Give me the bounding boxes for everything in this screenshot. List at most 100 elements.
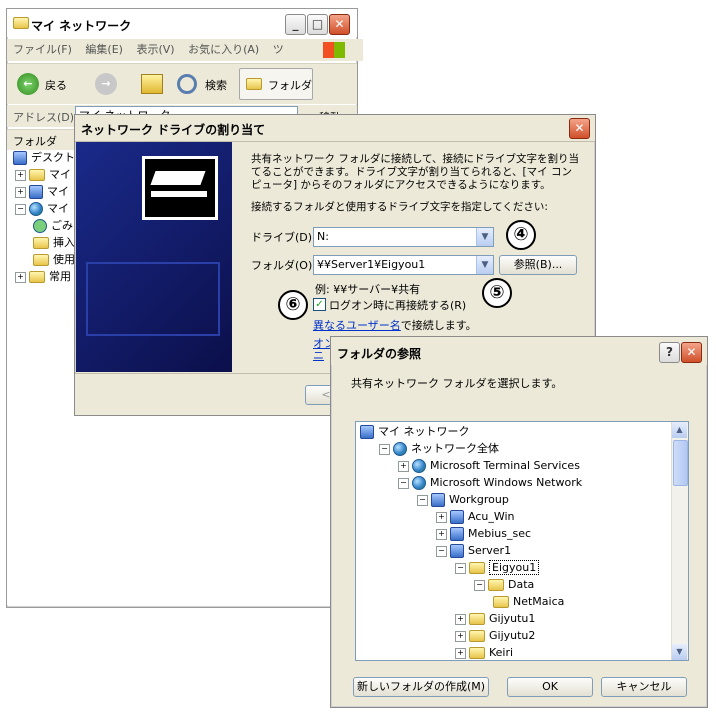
browse-folder-dialog: フォルダの参照 ? ✕ 共有ネットワーク フォルダを選択します。 マイ ネットワ… <box>330 336 708 708</box>
folder-icon <box>469 613 485 625</box>
folder-tree-view[interactable]: マイ ネットワーク − ネットワーク全体 + Microsoft Terminal Se… <box>355 421 689 661</box>
tree-item[interactable]: + Gijyutu2 <box>455 628 535 644</box>
close-button[interactable]: ✕ <box>569 118 590 139</box>
collapse-icon[interactable]: − <box>417 494 428 506</box>
tree-item[interactable]: − ネットワーク全体 <box>379 441 499 457</box>
recycle-icon <box>33 219 47 233</box>
collapse-icon[interactable]: − <box>379 443 390 455</box>
expand-icon[interactable]: + <box>398 460 409 472</box>
tree-item[interactable]: − Eigyou1 <box>455 560 540 576</box>
expand-icon[interactable]: + <box>15 271 26 283</box>
tree-item[interactable]: + Mebius_sec <box>436 526 531 542</box>
tree-item[interactable]: + マイ <box>15 167 71 183</box>
callout-six: ⑥ <box>278 290 308 320</box>
partial-link[interactable]: ニ <box>313 347 324 363</box>
folders-button[interactable]: フォルダ <box>239 68 313 100</box>
tree-item[interactable]: + Keiri <box>455 645 513 660</box>
drive-label: ドライブ(D): <box>251 231 316 244</box>
search-button-label[interactable]: 検索 <box>205 77 227 93</box>
tree-item-label: Workgroup <box>449 493 509 506</box>
tree-item[interactable]: 挿入 <box>33 235 75 251</box>
menu-tools[interactable]: ツ <box>273 43 284 56</box>
window-title: マイ ネットワーク <box>31 19 132 33</box>
ok-button[interactable]: OK <box>507 677 593 697</box>
folder-label: フォルダ(O): <box>251 259 316 272</box>
browse-instruction: 共有ネットワーク フォルダを選択します。 <box>351 377 563 390</box>
expand-icon[interactable]: + <box>15 186 26 198</box>
wizard-illustration <box>76 142 232 372</box>
map-drive-title-bar: ネットワーク ドライブの割り当て ✕ <box>75 115 595 142</box>
expand-icon[interactable]: + <box>15 169 26 181</box>
tree-item-label: Microsoft Terminal Services <box>430 459 580 472</box>
menu-favorites[interactable]: お気に入り(A) <box>188 43 259 56</box>
tree-item-label: Acu_Win <box>468 510 515 523</box>
folder-icon <box>488 579 504 591</box>
drive-icon <box>142 156 218 220</box>
tree-item[interactable]: − Workgroup <box>417 492 509 508</box>
minimize-button[interactable]: _ <box>285 14 306 35</box>
network-icon <box>360 425 374 439</box>
menu-file[interactable]: ファイル(F) <box>13 43 72 56</box>
collapse-icon[interactable]: − <box>455 562 466 574</box>
scroll-up-button[interactable]: ▲ <box>672 422 687 438</box>
computer-icon <box>450 510 464 524</box>
example-text: 例: ¥¥サーバー¥共有 <box>315 283 421 296</box>
expand-icon[interactable]: + <box>436 511 447 523</box>
collapse-icon[interactable]: − <box>15 203 26 215</box>
other-user-link[interactable]: 異なるユーザー名 <box>313 319 401 332</box>
reconnect-checkbox[interactable]: ✓ <box>313 298 326 311</box>
forward-arrow-icon[interactable]: → <box>95 73 117 95</box>
drive-select[interactable]: N: ▼ <box>313 227 494 247</box>
tree-item[interactable]: + 常用 <box>15 269 71 285</box>
tree-item-label: ネットワーク全体 <box>411 442 499 455</box>
new-folder-button[interactable]: 新しいフォルダの作成(M) <box>353 677 489 697</box>
scrollbar[interactable]: ▲ ▼ <box>671 422 688 660</box>
dialog-description: 共有ネットワーク フォルダに接続して、接続にドライブ文字を割り当てることができま… <box>251 153 579 191</box>
tree-item[interactable]: マイ ネットワーク <box>360 424 470 440</box>
scroll-down-button[interactable]: ▼ <box>672 644 687 660</box>
folder-combo[interactable]: ¥¥Server1¥Eigyou1 ▼ <box>313 255 494 275</box>
expand-icon[interactable]: + <box>455 613 466 625</box>
computer-icon <box>450 544 464 558</box>
tree-item[interactable]: ごみ <box>33 218 73 234</box>
cancel-button[interactable]: キャンセル <box>601 677 687 697</box>
computer-icon <box>29 185 43 199</box>
scroll-thumb[interactable] <box>673 440 688 486</box>
browse-button[interactable]: 参照(B)... <box>499 255 577 275</box>
globe-icon <box>393 442 407 456</box>
tree-item[interactable]: − Server1 <box>436 543 511 559</box>
tree-item[interactable]: + マイ <box>15 184 69 200</box>
tree-item[interactable]: + Microsoft Terminal Services <box>398 458 580 474</box>
menu-view[interactable]: 表示(V) <box>136 43 174 56</box>
maximize-button[interactable]: □ <box>307 14 328 35</box>
menu-bar: ファイル(F) 編集(E) 表示(V) お気に入り(A) ツ <box>7 39 363 61</box>
search-icon[interactable] <box>177 74 197 94</box>
up-folder-icon[interactable] <box>141 74 163 94</box>
collapse-icon[interactable]: − <box>398 477 409 489</box>
other-user-suffix: で接続します。 <box>400 319 477 332</box>
back-arrow-icon[interactable]: ← <box>17 73 39 95</box>
tree-item[interactable]: + Acu_Win <box>436 509 515 525</box>
collapse-icon[interactable]: − <box>436 545 447 557</box>
menu-edit[interactable]: 編集(E) <box>85 43 123 56</box>
expand-icon[interactable]: + <box>436 528 447 540</box>
help-button[interactable]: ? <box>659 342 680 363</box>
expand-icon[interactable]: + <box>455 647 466 659</box>
tree-item[interactable]: NetMaica <box>493 594 564 610</box>
tree-item[interactable]: 使用 <box>33 252 75 268</box>
chevron-down-icon[interactable]: ▼ <box>476 256 493 274</box>
tree-item[interactable]: − Data <box>474 577 534 593</box>
tree-item-label: Data <box>508 578 535 591</box>
tree-item[interactable]: + Gijyutu1 <box>455 611 535 627</box>
collapse-icon[interactable]: − <box>474 579 485 591</box>
folder-icon <box>246 78 262 90</box>
close-button[interactable]: ✕ <box>329 14 350 35</box>
tree-item[interactable]: − Microsoft Windows Network <box>398 475 582 491</box>
expand-icon[interactable]: + <box>455 630 466 642</box>
back-button-label[interactable]: 戻る <box>45 77 67 93</box>
close-button[interactable]: ✕ <box>681 342 702 363</box>
chevron-down-icon[interactable]: ▼ <box>476 228 493 246</box>
callout-five: ⑤ <box>482 278 512 308</box>
tree-item[interactable]: − マイ <box>15 201 69 217</box>
globe-icon <box>412 476 426 490</box>
